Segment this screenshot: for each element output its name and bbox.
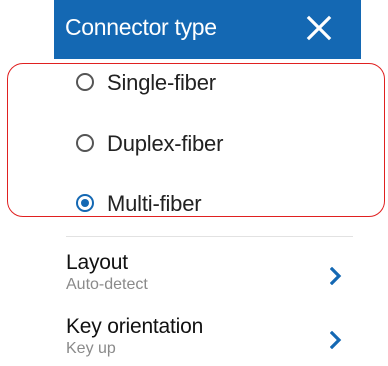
chevron-right-icon: [330, 331, 342, 349]
option-single-fiber[interactable]: Single-fiber: [54, 62, 361, 106]
option-label: Duplex-fiber: [107, 131, 224, 156]
radio-multi-fiber[interactable]: [76, 194, 94, 212]
key-orientation-setting[interactable]: Key orientation Key up: [54, 315, 361, 363]
divider: [66, 236, 353, 237]
chevron-right-icon: [330, 267, 342, 285]
radio-single-fiber[interactable]: [76, 73, 94, 91]
close-icon: [306, 15, 332, 41]
layout-setting[interactable]: Layout Auto-detect: [54, 251, 361, 299]
layout-title: Layout: [66, 251, 128, 274]
close-button[interactable]: [306, 15, 332, 41]
option-label: Multi-fiber: [107, 191, 202, 216]
option-multi-fiber[interactable]: Multi-fiber: [54, 183, 361, 227]
connector-type-dialog: Connector type Single-fiber Duplex-fiber…: [54, 0, 361, 366]
dialog-header: Connector type: [54, 0, 361, 59]
key-orientation-value: Key up: [66, 340, 116, 357]
option-duplex-fiber[interactable]: Duplex-fiber: [54, 123, 361, 167]
layout-value: Auto-detect: [66, 276, 148, 293]
radio-duplex-fiber[interactable]: [76, 134, 94, 152]
key-orientation-title: Key orientation: [66, 315, 204, 338]
option-label: Single-fiber: [107, 70, 216, 95]
dialog-title: Connector type: [65, 14, 217, 40]
